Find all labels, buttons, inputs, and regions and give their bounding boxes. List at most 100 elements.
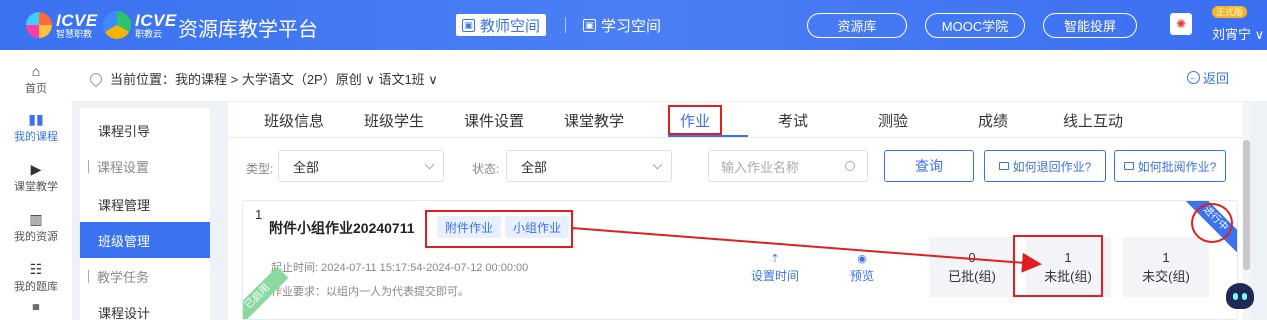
logo1-brand: ICVE [56,10,98,30]
tags-highlight [425,210,573,248]
tab-courseware-settings[interactable]: 课件设置 [464,110,524,131]
nav-label: 课堂教学 [14,181,58,193]
nav-item-my-resources[interactable]: ▥ 我的资源 [0,202,72,254]
mooc-college-button[interactable]: MOOC学院 [925,13,1025,38]
card-index: 1 [255,207,263,222]
nav-item-my-courses[interactable]: ▮▮ 我的课程 [0,102,72,154]
nav-label: 我的课程 [14,131,58,143]
breadcrumb-text[interactable]: 当前位置：我的课程 > 大学语文（2P）原创 ∨ 语文1班 ∨ [110,69,438,88]
set-time-button[interactable]: ⇡ 设置时间 [751,253,799,284]
teacher-space-button[interactable]: ▣ 教师空间 [456,14,547,36]
play-icon: ▶ [30,161,42,177]
status-select-value: 全部 [521,159,548,175]
homework-time-range: 起止时间: 2024-07-11 15:17:54-2024-07-12 00:… [271,262,529,274]
logo2-sub: 职教云 [135,28,163,39]
type-select[interactable]: 全部 [278,150,444,182]
nav-item-home[interactable]: ⌂ 首页 [0,54,72,106]
student-space-label: 学习空间 [601,17,662,35]
query-button[interactable]: 查询 [884,150,974,182]
status-highlight-circle [1191,203,1233,243]
search-placeholder: 输入作业名称 [721,159,800,175]
book-icon: ▮▮ [28,111,44,127]
video-icon [1123,162,1134,170]
preview-label: 预览 [850,269,875,283]
user-name-dropdown[interactable]: 刘宵宁 ∨ [1212,24,1264,43]
search-icon[interactable] [845,161,855,171]
video-icon [998,162,1009,170]
tab-classroom-teaching[interactable]: 课堂教学 [564,110,624,131]
graded-count[interactable]: 0 已批(组) [929,237,1015,297]
homework-tab-highlight [668,105,722,135]
teach-icon: ▦ [32,302,40,311]
logo1-sub: 智慧职教 [56,28,93,39]
student-space-button[interactable]: ▣ 学习空间 [583,14,661,36]
nav-label: 首页 [25,83,47,95]
breadcrumb[interactable]: 当前位置：我的课程 > 大学语文（2P）原创 ∨ 语文1班 ∨ [87,69,438,88]
teacher-space-icon: ▣ [462,18,475,32]
student-space-icon: ▣ [583,18,596,32]
how-to-return-homework-button[interactable]: 如何退回作业? [984,150,1106,182]
unsubmitted-count[interactable]: 1 未交(组) [1123,237,1209,297]
resource-icon: ▥ [29,211,43,227]
zhihui-logo-icon [26,12,52,38]
homework-title[interactable]: 附件小组作业20240711 [269,218,415,238]
unsubmitted-num: 1 [1162,249,1170,265]
main-panel: 班级信息 班级学生 课件设置 课堂教学 作业 考试 测验 成绩 线上互动 类型:… [228,102,1250,320]
homework-requirement: 作业要求：以组内一人为代表提交即可。 [271,286,469,298]
zhijiaoyun-logo-icon [103,11,131,39]
preview-button[interactable]: ◉ 预览 [850,253,874,284]
help2-label: 如何批阅作业? [1137,159,1217,174]
clock-icon: ⇡ [770,253,780,265]
assistant-bot-icon[interactable] [1226,283,1254,309]
platform-title: 资源库教学平台 [178,19,318,41]
how-to-grade-homework-button[interactable]: 如何批阅作业? [1114,150,1226,182]
homework-search-input[interactable]: 输入作业名称 [708,150,868,182]
nav-label: 我的题库 [14,281,58,293]
home-icon: ⌂ [31,63,41,79]
tab-online-interaction[interactable]: 线上互动 [1063,110,1123,131]
resource-library-button[interactable]: 资源库 [807,13,907,38]
unsubmitted-label: 未交(组) [1142,268,1190,284]
tab-grades[interactable]: 成绩 [978,110,1008,131]
location-icon [87,70,105,87]
sub-item-course-management[interactable]: 课程管理 [80,186,210,222]
back-label: 返回 [1202,71,1229,86]
nav-item-classroom[interactable]: ▶ 课堂教学 [0,152,72,204]
logo2-brand: ICVE [135,10,177,30]
graded-label: 已批(组) [948,268,996,284]
tab-exam[interactable]: 考试 [778,110,808,131]
status-filter-label: 状态: [472,162,500,176]
sub-group-course-settings: 课程设置 [80,148,210,184]
chevron-down-icon [652,159,663,170]
nav-item-teaching[interactable]: ▦ [0,300,72,320]
smart-cast-button[interactable]: 智能投屏 [1043,13,1137,38]
breadcrumb-bar: 当前位置：我的课程 > 大学语文（2P）原创 ∨ 语文1班 ∨ ← 返回 [72,50,1267,102]
sub-item-course-design[interactable]: 课程设计 [80,294,210,320]
chevron-down-icon [424,159,435,170]
class-tabs: 班级信息 班级学生 课件设置 课堂教学 作业 考试 测验 成绩 线上互动 [228,102,1250,138]
sub-item-course-guide[interactable]: 课程引导 [80,112,210,148]
tab-class-students[interactable]: 班级学生 [364,110,424,131]
header-divider [565,17,566,33]
nav-item-question-bank[interactable]: ☷ 我的题库 [0,252,72,304]
tab-class-info[interactable]: 班级信息 [264,110,324,131]
question-bank-icon: ☷ [29,261,43,277]
status-select[interactable]: 全部 [506,150,672,182]
edition-badge: 正式版 [1212,6,1248,18]
tab-quiz[interactable]: 测验 [878,110,908,131]
set-time-label: 设置时间 [751,269,800,283]
homework-card[interactable]: 1 附件小组作业20240711 附件作业 小组作业 起止时间: 2024-07… [242,200,1238,320]
course-sub-sidebar: 课程引导 课程设置 课程管理 班级管理 教学任务 课程设计 [80,108,210,320]
scrollbar-thumb[interactable] [1243,140,1250,270]
icve-zhihui-logo[interactable]: ICVE 智慧职教 [26,8,98,42]
graded-num: 0 [968,249,976,265]
type-filter-label: 类型: [246,162,274,176]
user-avatar[interactable]: ✺ [1170,13,1192,35]
help1-label: 如何退回作业? [1012,159,1092,174]
type-select-value: 全部 [293,159,320,175]
sub-item-class-management[interactable]: 班级管理 [80,222,210,258]
active-tab-underline [668,135,748,137]
icve-zhijiaoyun-logo[interactable]: ICVE 职教云 [103,8,177,42]
back-button[interactable]: ← 返回 [1186,68,1229,87]
sub-group-teaching-tasks: 教学任务 [80,258,210,294]
